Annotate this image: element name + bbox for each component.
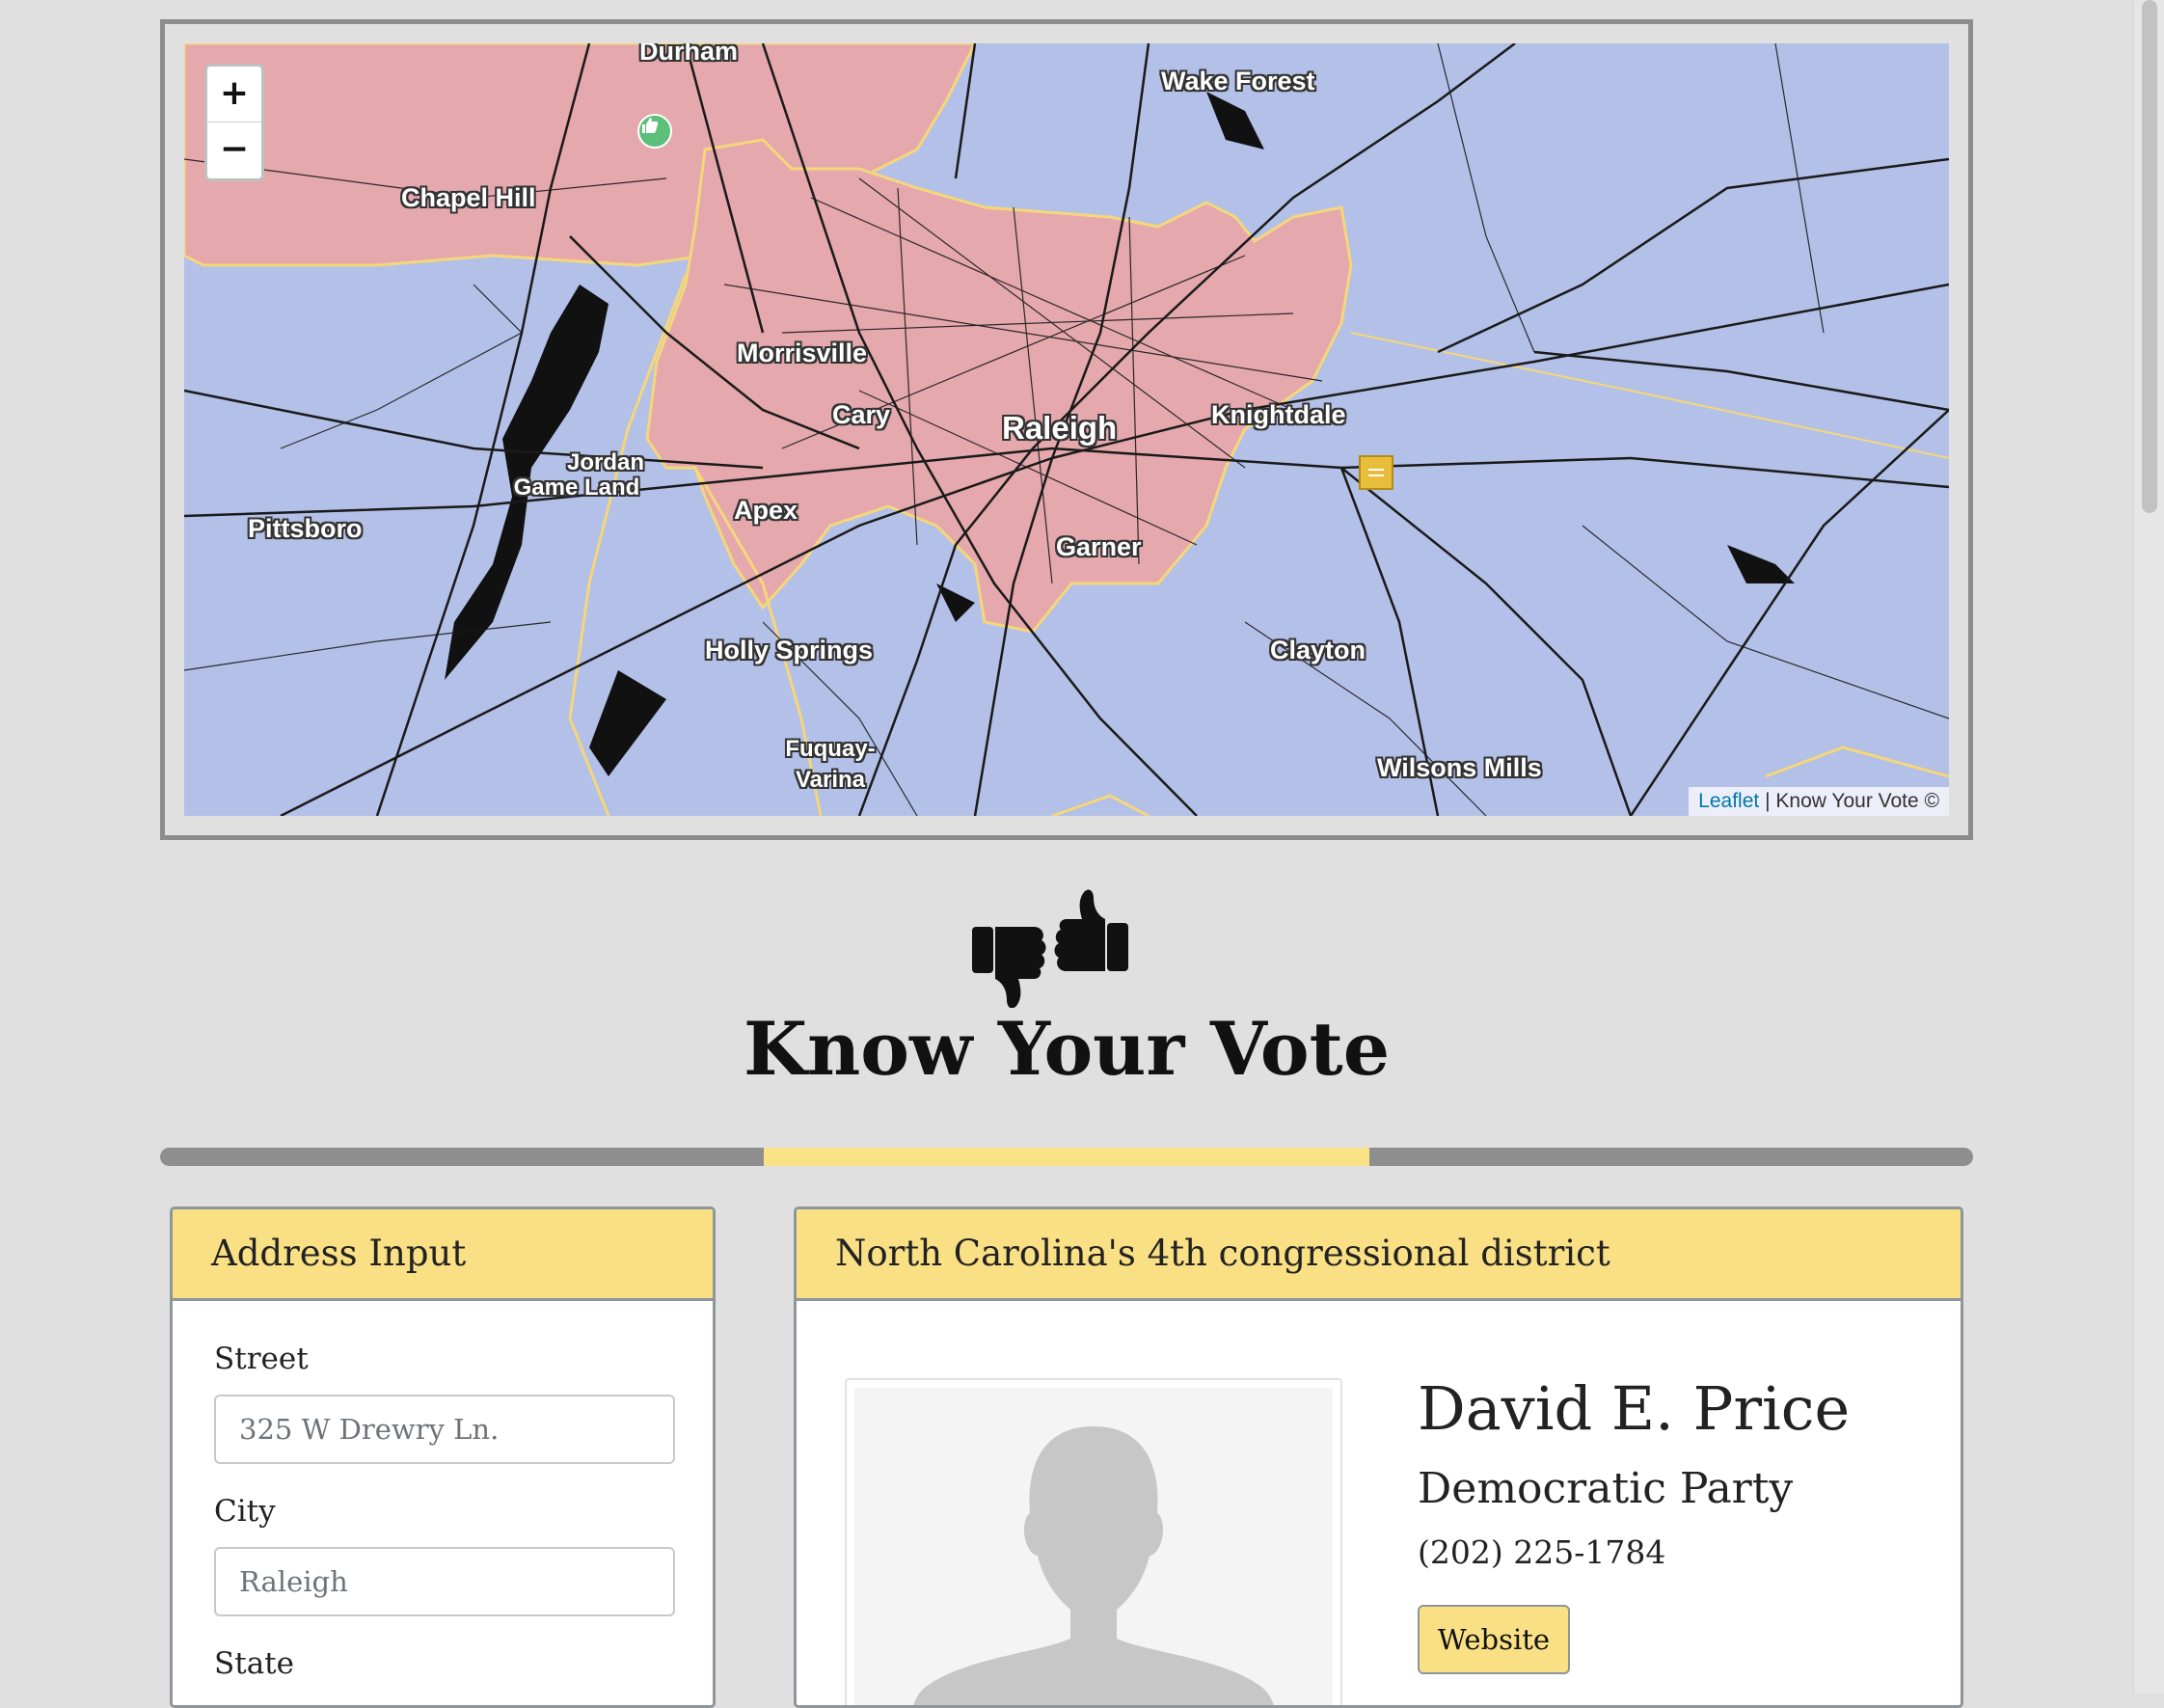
town-label: Holly Springs	[705, 636, 874, 664]
district-panel-heading: North Carolina's 4th congressional distr…	[797, 1209, 1961, 1301]
city-input[interactable]	[214, 1547, 675, 1616]
district-map[interactable]: Durham Wake Forest Chapel Hill Morrisvil…	[184, 43, 1949, 816]
thumbs-up-marker-icon[interactable]	[637, 114, 672, 149]
state-label: State	[214, 1646, 294, 1681]
zoom-in-button[interactable]: +	[207, 67, 261, 122]
page-scrollbar[interactable]	[2133, 0, 2164, 1694]
thumbs-down-icon	[972, 927, 1046, 1009]
leaflet-link[interactable]: Leaflet	[1698, 790, 1759, 812]
town-label: Jordan	[566, 449, 644, 475]
town-label: Morrisville	[737, 339, 868, 367]
scrollbar-thumb[interactable]	[2142, 0, 2157, 513]
thumbs-down-thumbs-up-icon	[970, 882, 1130, 1012]
website-button[interactable]: Website	[1418, 1605, 1570, 1674]
attribution-separator: |	[1765, 790, 1771, 812]
town-label: Game Land	[513, 474, 640, 501]
town-label: Pittsboro	[248, 514, 363, 543]
zoom-out-button[interactable]: −	[207, 122, 261, 178]
representative-name: David E. Price	[1418, 1373, 1851, 1444]
representative-phone: (202) 225-1784	[1418, 1533, 1666, 1571]
town-label: Knightdale	[1211, 400, 1346, 429]
street-input[interactable]	[214, 1395, 675, 1464]
flag-marker-icon[interactable]	[1359, 455, 1393, 490]
representative-party: Democratic Party	[1418, 1464, 1794, 1513]
town-label: Apex	[734, 496, 798, 525]
town-label: Fuquay-	[785, 736, 876, 762]
attribution-text: Know Your Vote ©	[1775, 790, 1939, 812]
town-label: Durham	[639, 43, 739, 66]
map-attribution: Leaflet | Know Your Vote ©	[1689, 787, 1949, 816]
town-label: Chapel Hill	[401, 183, 536, 212]
town-label: Cary	[832, 400, 891, 429]
progress-fill	[764, 1148, 1369, 1166]
district-panel: North Carolina's 4th congressional distr…	[794, 1206, 1963, 1708]
progress-bar	[160, 1148, 1973, 1166]
site-title: Know Your Vote	[743, 1006, 1391, 1092]
zoom-control: + −	[204, 64, 264, 181]
representative-photo-frame	[845, 1378, 1342, 1705]
street-label: Street	[214, 1342, 309, 1376]
town-label: Clayton	[1270, 636, 1366, 664]
person-silhouette-icon	[854, 1388, 1333, 1705]
town-label: Wake Forest	[1161, 67, 1315, 95]
town-label: Varina	[795, 767, 866, 793]
address-panel-heading: Address Input	[173, 1209, 713, 1301]
address-input-panel: Address Input Street City State	[170, 1206, 716, 1708]
town-label: Raleigh	[1002, 410, 1118, 446]
thumbs-up-icon	[1054, 889, 1128, 971]
town-label: Wilsons Mills	[1377, 753, 1542, 782]
town-label: Garner	[1056, 532, 1142, 561]
district-region-raleigh	[645, 138, 1353, 634]
city-label: City	[214, 1494, 276, 1529]
